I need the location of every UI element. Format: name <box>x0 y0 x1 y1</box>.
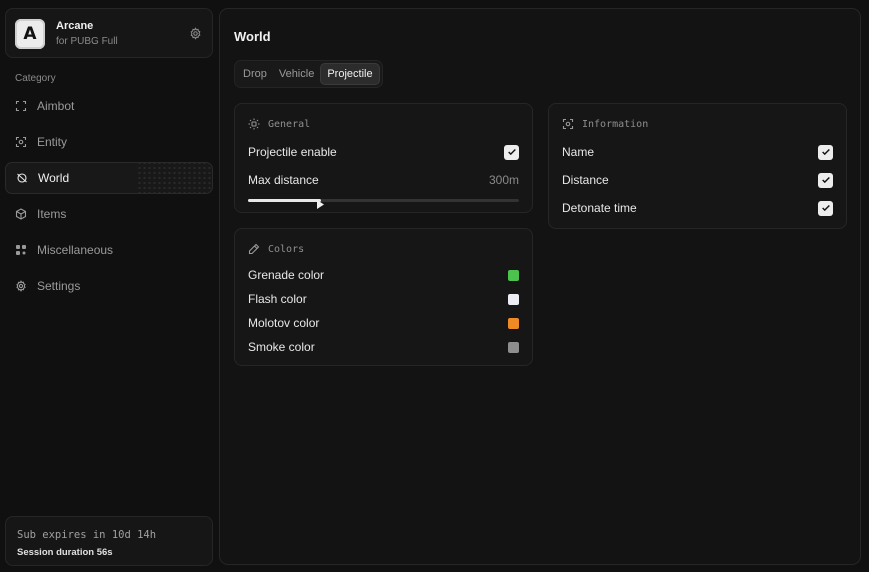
subscription-expiry: Sub expires in 10d 14h <box>17 529 157 541</box>
subscription-box: Sub expires in 10d 14h Session duration … <box>5 516 213 566</box>
check-icon <box>821 204 830 212</box>
projectile-enable-label: Projectile enable <box>248 145 337 159</box>
tab-bar: Drop Vehicle Projectile <box>234 60 383 88</box>
check-icon <box>821 176 830 184</box>
sidebar-item-world[interactable]: World <box>5 162 213 194</box>
color-row-grenade: Grenade color <box>248 266 519 284</box>
colors-card: Colors Grenade color Flash color Molotov… <box>234 228 533 366</box>
max-distance-slider[interactable] <box>248 196 519 209</box>
info-row-name: Name <box>562 143 833 161</box>
sidebar-item-label: Items <box>37 207 67 221</box>
sidebar-item-aimbot[interactable]: Aimbot <box>5 90 213 122</box>
category-label: Category <box>15 73 56 84</box>
info-name-checkbox[interactable] <box>818 144 833 160</box>
tab-projectile[interactable]: Projectile <box>320 63 380 85</box>
scan-icon <box>562 118 574 130</box>
grenade-color-label: Grenade color <box>248 268 325 282</box>
sidebar-item-entity[interactable]: Entity <box>5 126 213 158</box>
sidebar-nav: Aimbot Entity World Items Miscellaneous … <box>5 90 213 306</box>
info-row-detonate-time: Detonate time <box>562 199 833 217</box>
information-card: Information Name Distance Detonate time <box>548 103 847 229</box>
brand-card: A Arcane for PUBG Full <box>5 8 213 58</box>
gear-icon <box>15 280 27 292</box>
tab-vehicle[interactable]: Vehicle <box>273 63 320 85</box>
slider-fill <box>248 199 322 202</box>
brand-logo: A <box>15 19 45 49</box>
crosshair-icon <box>15 100 27 112</box>
molotov-color-label: Molotov color <box>248 316 320 330</box>
check-icon <box>821 148 830 156</box>
slider-thumb[interactable] <box>317 196 325 209</box>
brand-name: Arcane <box>56 20 94 32</box>
information-header-label: Information <box>582 118 649 130</box>
flash-color-swatch[interactable] <box>508 293 519 305</box>
general-card: General Projectile enable Max distance 3… <box>234 103 533 213</box>
info-detonate-time-checkbox[interactable] <box>818 200 833 216</box>
color-row-molotov: Molotov color <box>248 314 519 332</box>
information-header: Information <box>562 118 648 130</box>
smoke-color-label: Smoke color <box>248 340 315 354</box>
tab-drop[interactable]: Drop <box>237 63 273 85</box>
sidebar: A Arcane for PUBG Full Category Aimbot E… <box>0 0 218 572</box>
cube-icon <box>15 208 27 220</box>
projectile-enable-row: Projectile enable <box>248 143 519 161</box>
info-label-detonate-time: Detonate time <box>562 201 637 215</box>
main-panel: World Drop Vehicle Projectile General Pr… <box>219 8 861 565</box>
projectile-enable-checkbox[interactable] <box>504 144 519 160</box>
max-distance-value: 300m <box>488 173 519 187</box>
grenade-color-swatch[interactable] <box>508 269 519 281</box>
info-label-distance: Distance <box>562 173 609 187</box>
gear-icon[interactable] <box>189 27 202 40</box>
smoke-color-swatch[interactable] <box>508 341 519 353</box>
page-title: World <box>234 29 271 44</box>
info-row-distance: Distance <box>562 171 833 189</box>
color-row-flash: Flash color <box>248 290 519 308</box>
molotov-color-swatch[interactable] <box>508 317 519 329</box>
sidebar-item-label: Aimbot <box>37 99 75 113</box>
brand-subtitle: for PUBG Full <box>56 36 118 47</box>
colors-header: Colors <box>248 243 304 255</box>
scan-icon <box>15 136 27 148</box>
check-icon <box>507 148 516 156</box>
info-distance-checkbox[interactable] <box>818 172 833 188</box>
general-header-label: General <box>268 118 311 130</box>
info-label-name: Name <box>562 145 595 159</box>
sidebar-item-label: Settings <box>37 279 81 293</box>
globe-icon <box>16 172 28 184</box>
sidebar-item-miscellaneous[interactable]: Miscellaneous <box>5 234 213 266</box>
sidebar-item-label: Miscellaneous <box>37 243 114 257</box>
sidebar-item-label: World <box>38 171 70 185</box>
grid-icon <box>15 244 27 256</box>
session-duration: Session duration 56s <box>17 547 113 558</box>
general-header: General <box>248 118 310 130</box>
flash-color-label: Flash color <box>248 292 307 306</box>
sidebar-item-items[interactable]: Items <box>5 198 213 230</box>
sidebar-item-label: Entity <box>37 135 68 149</box>
colors-header-label: Colors <box>268 243 305 255</box>
app-window: A Arcane for PUBG Full Category Aimbot E… <box>0 0 869 572</box>
color-row-smoke: Smoke color <box>248 338 519 356</box>
max-distance-label: Max distance <box>248 173 319 187</box>
sun-icon <box>248 118 260 130</box>
pencil-icon <box>248 243 260 255</box>
max-distance-row: Max distance 300m <box>248 171 519 189</box>
sidebar-item-settings[interactable]: Settings <box>5 270 213 302</box>
